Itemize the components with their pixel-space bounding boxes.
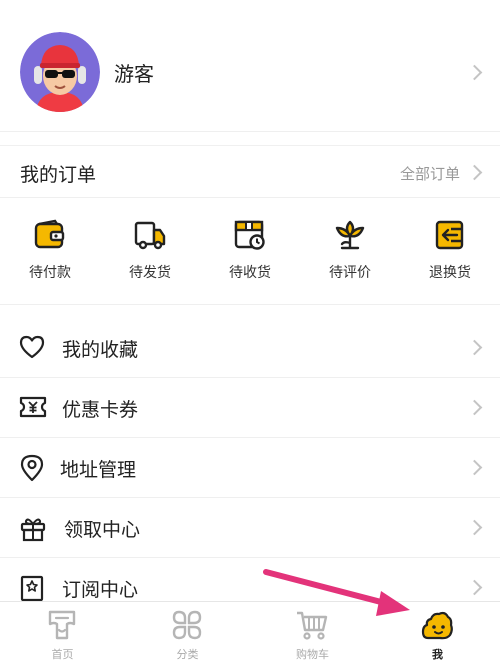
return-icon xyxy=(435,220,464,250)
chevron-right-icon xyxy=(466,339,483,356)
menu-label: 地址管理 xyxy=(60,459,137,481)
chevron-right-icon xyxy=(466,64,483,81)
tab-label: 购物车 xyxy=(296,648,329,661)
menu-item-claim-center[interactable]: 领取中心 xyxy=(0,498,500,558)
tab-label: 首页 xyxy=(51,648,74,661)
tab-me[interactable]: 我 xyxy=(375,602,500,667)
all-orders-link[interactable]: 全部订单 xyxy=(400,163,460,184)
truck-icon xyxy=(134,221,166,250)
order-label: 待发货 xyxy=(129,265,171,281)
menu-item-address[interactable]: 地址管理 xyxy=(0,438,500,498)
home-icon xyxy=(48,610,76,640)
tab-label: 分类 xyxy=(176,648,199,661)
menu-item-coupons[interactable]: 优惠卡券 xyxy=(0,378,500,438)
tab-home[interactable]: 首页 xyxy=(0,602,125,667)
gift-icon xyxy=(20,518,46,542)
order-pending-payment[interactable]: 待付款 xyxy=(0,198,100,304)
menu-label: 优惠卡券 xyxy=(62,399,139,421)
orders-title: 我的订单 xyxy=(20,164,97,186)
order-label: 待收货 xyxy=(229,265,271,281)
order-label: 待付款 xyxy=(29,265,71,281)
menu-label: 订阅中心 xyxy=(62,579,139,601)
me-face-icon xyxy=(421,611,453,640)
chevron-right-icon xyxy=(466,459,483,476)
avatar[interactable] xyxy=(20,32,100,112)
bottom-tab-bar: 首页 分类 购物车 我 xyxy=(0,601,500,667)
order-pending-shipment[interactable]: 待发货 xyxy=(100,198,200,304)
chevron-right-icon xyxy=(466,579,483,596)
chevron-right-icon xyxy=(466,519,483,536)
order-label: 待评价 xyxy=(329,265,371,281)
menu-label: 领取中心 xyxy=(64,519,141,541)
profile-header[interactable]: 游客 xyxy=(0,0,500,132)
order-returns[interactable]: 退换货 xyxy=(400,198,500,304)
tab-category[interactable]: 分类 xyxy=(125,602,250,667)
orders-header: 我的订单 全部订单 xyxy=(0,146,500,198)
order-pending-review[interactable]: 待评价 xyxy=(300,198,400,304)
order-status-row: 待付款 待发货 待收货 待评价 退换货 xyxy=(0,198,500,305)
tab-cart[interactable]: 购物车 xyxy=(250,602,375,667)
subscribe-icon xyxy=(20,575,44,602)
wallet-icon xyxy=(34,219,65,249)
section-divider xyxy=(0,132,500,146)
location-pin-icon xyxy=(20,454,44,482)
package-clock-icon xyxy=(234,220,265,250)
cart-icon xyxy=(297,611,328,640)
heart-icon xyxy=(19,335,45,359)
order-label: 退换货 xyxy=(429,265,471,281)
coupon-icon xyxy=(19,396,47,418)
tab-label: 我 xyxy=(432,648,443,661)
flower-icon xyxy=(335,220,365,250)
menu-item-favorites[interactable]: 我的收藏 xyxy=(0,318,500,378)
username: 游客 xyxy=(114,62,154,86)
order-pending-receipt[interactable]: 待收货 xyxy=(200,198,300,304)
chevron-right-icon[interactable] xyxy=(466,164,483,181)
chevron-right-icon xyxy=(466,399,483,416)
menu-label: 我的收藏 xyxy=(62,339,139,361)
category-icon xyxy=(172,610,202,640)
